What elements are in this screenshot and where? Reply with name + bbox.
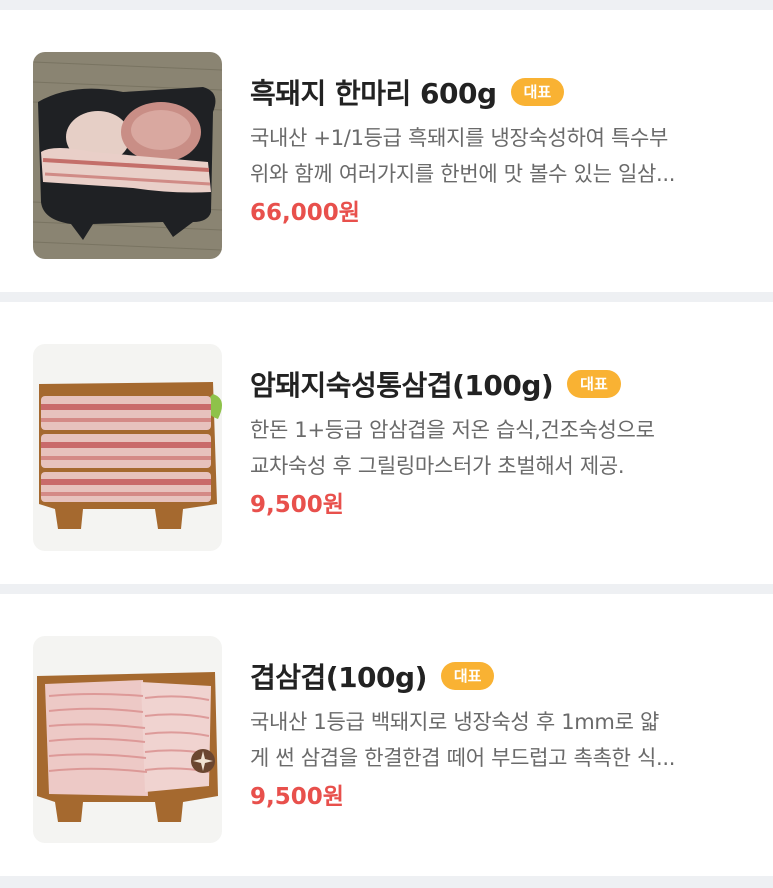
description-line: 교차숙성 후 그릴링마스터가 초벌해서 제공. (250, 454, 625, 478)
description-line: 위와 함께 여러가지를 한번에 맛 볼수 있는 일삼... (250, 162, 676, 186)
menu-item-info: 암돼지숙성통삼겹(100g) 대표 한돈 1+등급 암삼겹을 저온 습식,건조숙… (250, 362, 750, 522)
menu-item-description: 한돈 1+등급 암삼겹을 저온 습식,건조숙성으로 교차숙성 후 그릴링마스터가… (250, 412, 740, 484)
menu-item-title: 겹삼겹(100g) (250, 661, 427, 694)
menu-item-description: 국내산 +1/1등급 흑돼지를 냉장숙성하여 특수부 위와 함께 여러가지를 한… (250, 120, 740, 192)
signature-badge: 대표 (510, 78, 565, 106)
menu-item[interactable]: 겹삼겹(100g) 대표 국내산 1등급 백돼지로 냉장숙성 후 1mm로 얇 … (0, 594, 773, 876)
menu-item-price: 9,500원 (250, 784, 344, 810)
menu-item-info: 흑돼지 한마리 600g 대표 국내산 +1/1등급 흑돼지를 냉장숙성하여 특… (250, 70, 750, 230)
menu-item-title: 암돼지숙성통삼겹(100g) (250, 369, 554, 402)
menu-item-description: 국내산 1등급 백돼지로 냉장숙성 후 1mm로 얇 게 썬 삼겹을 한결한겹 … (250, 704, 740, 776)
menu-item-title: 흑돼지 한마리 600g (250, 77, 497, 110)
menu-item[interactable]: 암돼지숙성통삼겹(100g) 대표 한돈 1+등급 암삼겹을 저온 습식,건조숙… (0, 302, 773, 584)
menu-item-price: 9,500원 (250, 492, 344, 518)
menu-item-price: 66,000원 (250, 200, 360, 226)
description-line: 국내산 1등급 백돼지로 냉장숙성 후 1mm로 얇 (250, 710, 660, 734)
thin-sliced-pork-belly-image (33, 636, 222, 843)
signature-badge: 대표 (567, 370, 621, 398)
pork-whole-cuts-image (33, 52, 222, 259)
description-line: 게 썬 삼겹을 한결한겹 떼어 부드럽고 촉촉한 식... (250, 746, 676, 770)
pork-belly-slabs-image (33, 344, 222, 551)
menu-item[interactable]: 흑돼지 한마리 600g 대표 국내산 +1/1등급 흑돼지를 냉장숙성하여 특… (0, 10, 773, 292)
menu-item-info: 겹삼겹(100g) 대표 국내산 1등급 백돼지로 냉장숙성 후 1mm로 얇 … (250, 654, 750, 814)
menu-list: 흑돼지 한마리 600g 대표 국내산 +1/1등급 흑돼지를 냉장숙성하여 특… (0, 10, 773, 886)
description-line: 한돈 1+등급 암삼겹을 저온 습식,건조숙성으로 (250, 418, 655, 442)
signature-badge: 대표 (440, 662, 495, 690)
description-line: 국내산 +1/1등급 흑돼지를 냉장숙성하여 특수부 (250, 126, 669, 150)
